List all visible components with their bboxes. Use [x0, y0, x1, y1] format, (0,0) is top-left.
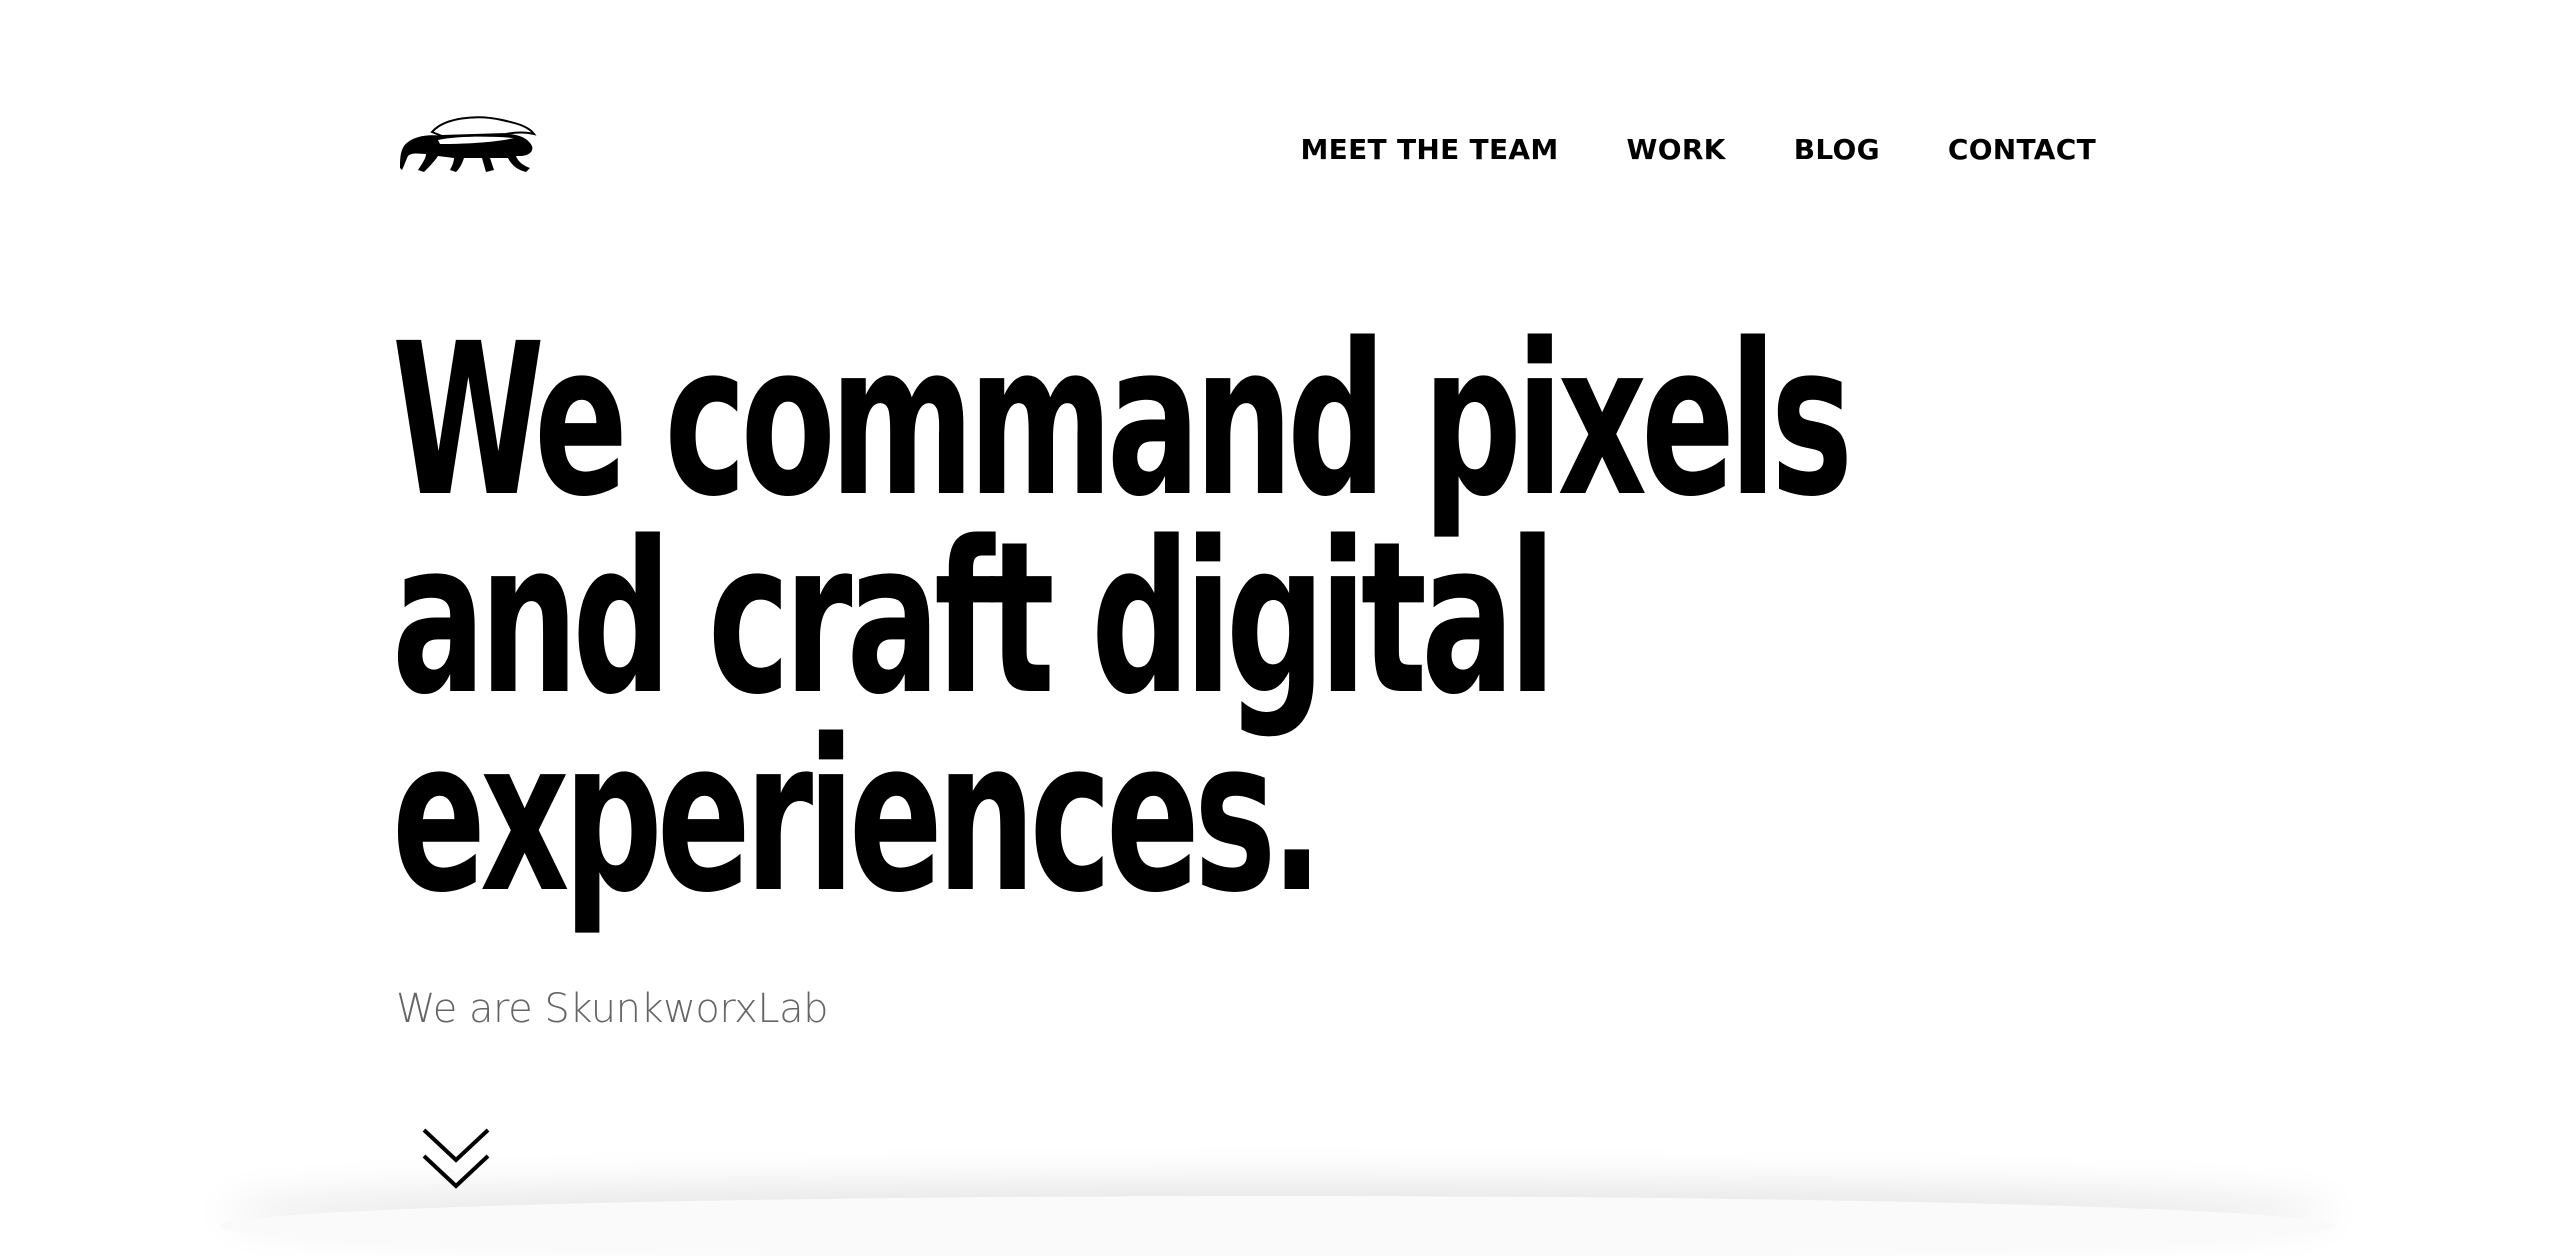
- hero-headline: We command pixels and craft digital expe…: [392, 298, 1853, 939]
- logo-link[interactable]: [398, 112, 538, 178]
- main-nav: MEET THE TEAM WORK BLOG CONTACT: [1300, 132, 2096, 168]
- nav-contact[interactable]: CONTACT: [1948, 132, 2096, 168]
- nav-blog[interactable]: BLOG: [1794, 132, 1880, 168]
- headline-line-3: experiences.: [392, 694, 1323, 939]
- double-chevron-down-icon: [422, 1128, 490, 1189]
- skunk-logo-icon: [400, 116, 537, 172]
- nav-meet-the-team[interactable]: MEET THE TEAM: [1300, 132, 1558, 168]
- content-card-edge: [220, 1196, 2336, 1256]
- nav-work[interactable]: WORK: [1627, 132, 1726, 168]
- hero-tagline: We are SkunkworxLab: [396, 986, 829, 1032]
- page: MEET THE TEAM WORK BLOG CONTACT We comma…: [0, 0, 2556, 1256]
- headline-line-2: and craft digital: [392, 496, 1556, 741]
- scroll-down-button[interactable]: [420, 1124, 492, 1194]
- headline-line-1: We command pixels: [392, 298, 1853, 543]
